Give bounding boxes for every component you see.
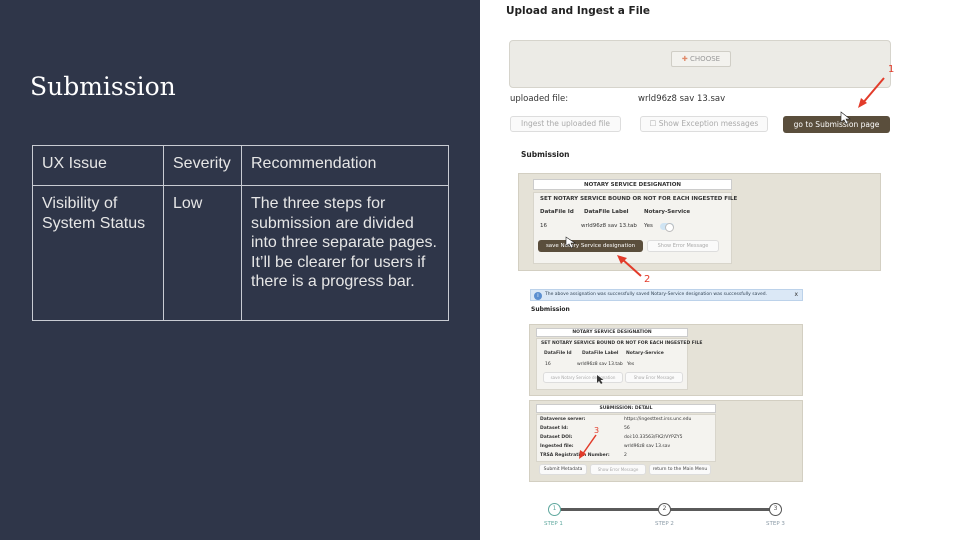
cell-severity: Low bbox=[163, 185, 242, 321]
save-notary-button[interactable]: save Notary Service designation bbox=[538, 240, 643, 252]
col-notary-service: Notary-Service bbox=[644, 209, 691, 215]
plus-icon: ✚ bbox=[681, 55, 688, 63]
detail-label: Dataset Id: bbox=[540, 426, 569, 431]
notary-subheader: SET NOTARY SERVICE BOUND OR NOT FOR EACH… bbox=[540, 196, 738, 202]
upload-dropzone[interactable]: ✚ CHOOSE bbox=[509, 40, 891, 88]
notary-header: NOTARY SERVICE DESIGNATION bbox=[533, 179, 732, 190]
slide-panel: Submission UX Issue Severity Recommendat… bbox=[0, 0, 480, 540]
step-3-indicator[interactable]: 3 bbox=[769, 503, 782, 516]
header-severity: Severity bbox=[163, 145, 242, 186]
step-2-indicator[interactable]: 2 bbox=[658, 503, 671, 516]
cell-recommendation: The three steps for submission are divid… bbox=[241, 185, 449, 321]
arrowhead-icon bbox=[858, 98, 867, 108]
upload-page-title: Upload and Ingest a File bbox=[506, 5, 651, 17]
show-exception-label: Show Exception messages bbox=[658, 119, 759, 128]
notary-panel-2: NOTARY SERVICE DESIGNATION SET NOTARY SE… bbox=[529, 324, 803, 396]
table-row: Visibility of System Status Low The thre… bbox=[32, 185, 449, 321]
detail-value: 56 bbox=[624, 426, 630, 431]
save-notary-button-2[interactable]: save Notary Service designation bbox=[543, 372, 623, 383]
show-error-button-2[interactable]: Show Error Message bbox=[625, 372, 683, 383]
show-error-button[interactable]: Show Error Message bbox=[647, 240, 719, 252]
external-link-icon: ☐ bbox=[649, 119, 657, 128]
step-1-indicator[interactable]: 1 bbox=[548, 503, 561, 516]
header-recommendation: Recommendation bbox=[241, 145, 449, 186]
alert-text: The above assignation was successfully s… bbox=[545, 292, 768, 297]
success-alert: i The above assignation was successfully… bbox=[530, 289, 803, 301]
notary-subheader-2: SET NOTARY SERVICE BOUND OR NOT FOR EACH… bbox=[541, 341, 703, 346]
notary-header-2: NOTARY SERVICE DESIGNATION bbox=[536, 328, 688, 337]
close-icon[interactable]: x bbox=[794, 290, 798, 300]
choose-label: CHOOSE bbox=[690, 55, 721, 63]
submit-metadata-button[interactable]: Submit Metadata bbox=[539, 464, 587, 475]
step-3-label: STEP 3 bbox=[766, 521, 785, 527]
cell-ux-issue: Visibility of System Status bbox=[32, 185, 164, 321]
detail-value: doi:10.33563/FK2/VYPZY5 bbox=[624, 435, 683, 440]
header-ux-issue: UX Issue bbox=[32, 145, 164, 186]
detail-label: Dataset DOI: bbox=[540, 435, 573, 440]
detail-value: https://ingesttest.irss.unc.edu bbox=[624, 417, 692, 422]
ingest-button[interactable]: Ingest the uploaded file bbox=[510, 116, 621, 132]
col-datafile-label-2: DataFile Label bbox=[582, 351, 619, 356]
row-datafile-label-2: wrld96z8 sav 13.tab bbox=[577, 362, 623, 367]
row-notary-service: Yes bbox=[644, 223, 653, 229]
detail-label: Dataverse server: bbox=[540, 417, 586, 422]
row-datafile-id: 16 bbox=[540, 223, 547, 229]
submission-detail-panel: SUBMISSION: DETAIL Dataverse server: htt… bbox=[529, 400, 803, 482]
step-2-label: STEP 2 bbox=[655, 521, 674, 527]
step-1-label: STEP 1 bbox=[544, 521, 563, 527]
submission-heading: Submission bbox=[521, 150, 570, 159]
detail-label: TRSA Registration Number: bbox=[540, 453, 610, 458]
show-error-button-3[interactable]: Show Error Message bbox=[590, 464, 646, 475]
annotation-number: 3 bbox=[594, 426, 600, 435]
annotation-number: 1 bbox=[888, 64, 895, 75]
submission-heading-2: Submission bbox=[531, 306, 570, 313]
slide-title: Submission bbox=[30, 72, 176, 101]
row-datafile-id-2: 16 bbox=[545, 362, 551, 367]
notary-panel: NOTARY SERVICE DESIGNATION SET NOTARY SE… bbox=[518, 173, 881, 271]
row-notary-service-2: Yes bbox=[627, 362, 635, 367]
detail-value: wrld96z8 sav 13.sav bbox=[624, 444, 671, 449]
show-exception-button[interactable]: ☐ Show Exception messages bbox=[640, 116, 768, 132]
detail-card: Dataverse server: https://ingesttest.irs… bbox=[536, 414, 716, 462]
annotation-number: 2 bbox=[644, 274, 651, 285]
col-datafile-label: DataFile Label bbox=[584, 209, 629, 215]
detail-label: Ingested file: bbox=[540, 444, 574, 449]
ux-issue-table: UX Issue Severity Recommendation Visibil… bbox=[32, 145, 449, 321]
go-submission-button[interactable]: go to Submission page bbox=[783, 116, 890, 133]
notary-card-2: SET NOTARY SERVICE BOUND OR NOT FOR EACH… bbox=[536, 338, 702, 390]
table-header-row: UX Issue Severity Recommendation bbox=[32, 145, 449, 186]
choose-button[interactable]: ✚ CHOOSE bbox=[671, 51, 731, 67]
notary-card: SET NOTARY SERVICE BOUND OR NOT FOR EACH… bbox=[533, 192, 737, 264]
notary-toggle[interactable] bbox=[660, 223, 674, 232]
return-main-menu-button[interactable]: return to the Main Menu bbox=[649, 464, 711, 475]
col-datafile-id: DataFile Id bbox=[540, 209, 574, 215]
col-datafile-id-2: DataFile Id bbox=[544, 351, 572, 356]
col-notary-service-2: Notary-Service bbox=[626, 351, 664, 356]
detail-header: SUBMISSION: DETAIL bbox=[536, 404, 716, 413]
uploaded-file-name: wrld96z8 sav 13.sav bbox=[638, 94, 726, 104]
info-icon: i bbox=[534, 291, 542, 300]
row-datafile-label: wrld96z8 sav 13.tab bbox=[581, 223, 637, 229]
uploaded-file-label: uploaded file: bbox=[510, 94, 569, 104]
detail-value: 2 bbox=[624, 453, 627, 458]
